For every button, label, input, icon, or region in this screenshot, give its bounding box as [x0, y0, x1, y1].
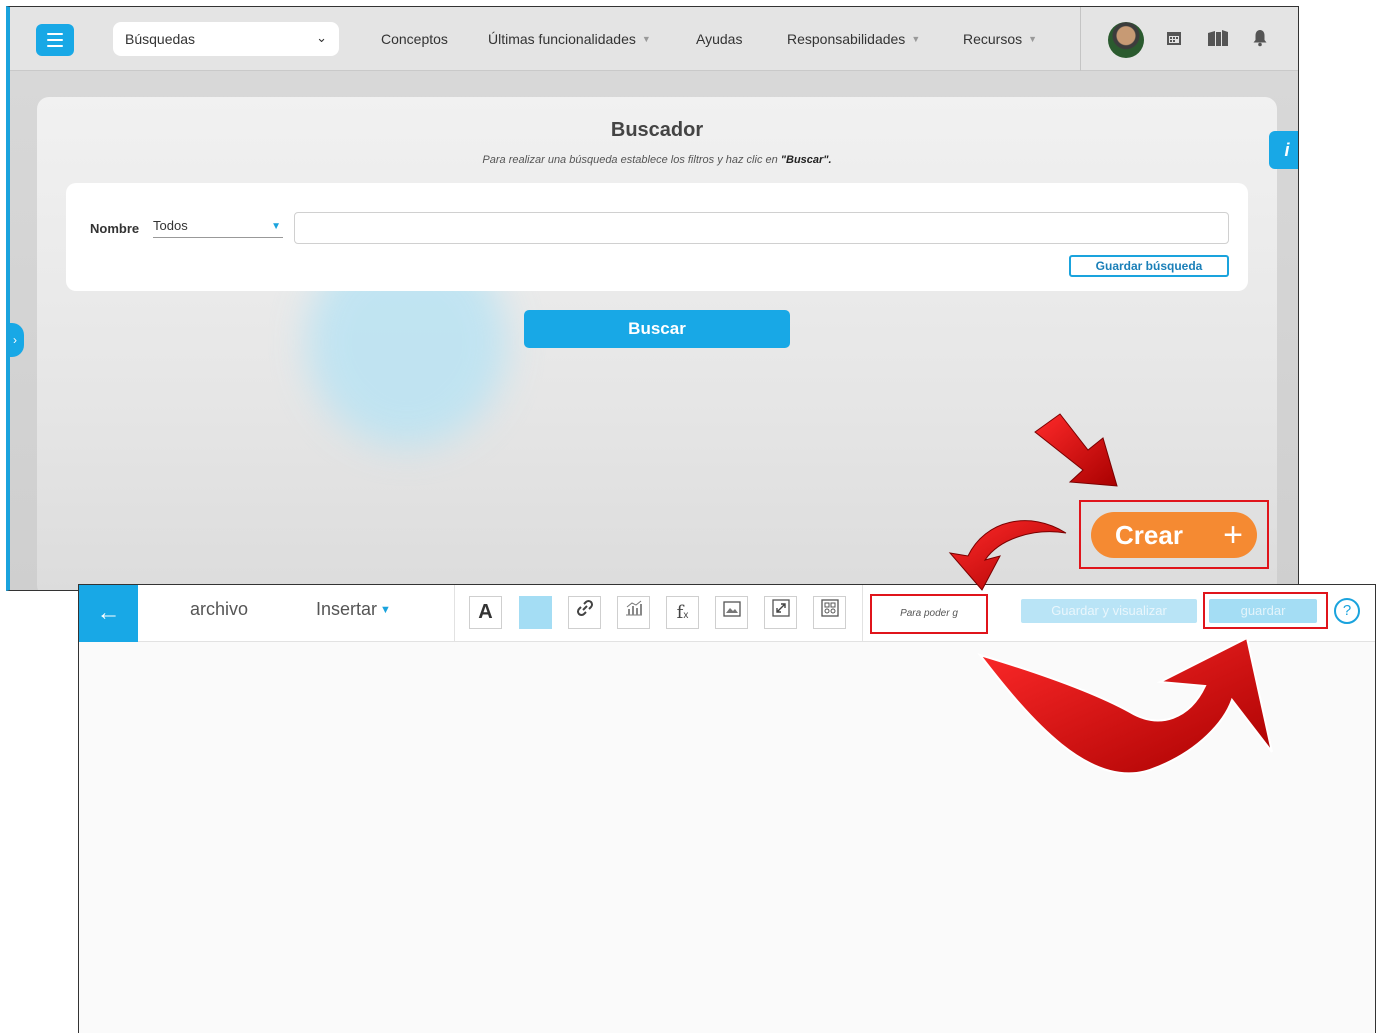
- plus-icon: +: [1223, 516, 1243, 554]
- page-title: Buscador: [610, 119, 704, 141]
- save-button[interactable]: guardar: [1209, 599, 1317, 623]
- avatar[interactable]: [1108, 22, 1144, 58]
- books-icon[interactable]: [1207, 29, 1228, 49]
- back-arrow-button[interactable]: ←: [79, 585, 138, 642]
- hint-text: Para poder g: [870, 594, 988, 634]
- nav-ultimas-funcionalidades[interactable]: Últimas funcionalidades ▼: [488, 31, 651, 47]
- divider: [1080, 7, 1081, 71]
- nav-responsabilidades[interactable]: Responsabilidades ▼: [787, 31, 920, 47]
- caret-down-icon: ▼: [380, 604, 391, 616]
- hamburger-menu-button[interactable]: [36, 24, 74, 56]
- filter-label: Nombre: [90, 221, 140, 236]
- module-select-value: Búsquedas: [125, 31, 196, 47]
- module-select[interactable]: Búsquedas ⌄: [113, 22, 339, 56]
- caret-down-icon: ▼: [911, 34, 921, 44]
- fill-color-button[interactable]: [519, 596, 552, 629]
- editor-screen: ← archivo Insertar ▼ A fx Para poder g G…: [78, 584, 1376, 1033]
- create-button[interactable]: Crear +: [1091, 512, 1257, 558]
- top-navbar: Búsquedas ⌄ Conceptos Últimas funcionali…: [10, 7, 1298, 71]
- menu-archivo[interactable]: archivo: [190, 599, 248, 620]
- widgets-icon[interactable]: [813, 596, 846, 629]
- name-filter-input[interactable]: [294, 212, 1229, 244]
- filter-card: Nombre Todos ▼ Guardar búsqueda: [66, 183, 1248, 291]
- caret-down-icon: ▼: [641, 34, 651, 44]
- save-search-button[interactable]: Guardar búsqueda: [1069, 255, 1229, 277]
- search-screen: Búsquedas ⌄ Conceptos Últimas funcionali…: [6, 6, 1299, 591]
- filter-operator-select[interactable]: Todos ▼: [153, 218, 283, 238]
- search-button[interactable]: Buscar: [524, 310, 790, 348]
- chevron-down-icon: ⌄: [316, 30, 327, 45]
- editor-toolbar: ← archivo Insertar ▼ A fx Para poder g G…: [79, 585, 1375, 642]
- nav-conceptos[interactable]: Conceptos: [381, 31, 448, 47]
- formula-fx-button[interactable]: fx: [666, 596, 699, 629]
- resize-icon[interactable]: [764, 596, 797, 629]
- chart-icon[interactable]: [617, 596, 650, 629]
- help-icon[interactable]: ?: [1334, 598, 1360, 624]
- info-button[interactable]: i: [1269, 131, 1298, 169]
- page-subtitle: Para realizar una búsqueda establece los…: [482, 154, 832, 166]
- nav-recursos[interactable]: Recursos ▼: [963, 31, 1037, 47]
- nav-ayudas[interactable]: Ayudas: [696, 31, 742, 47]
- tutorial-composite: Búsquedas ⌄ Conceptos Últimas funcionali…: [0, 0, 1380, 1033]
- caret-down-icon: ▼: [1028, 34, 1038, 44]
- menu-insertar[interactable]: Insertar ▼: [316, 599, 391, 620]
- text-tool-button[interactable]: A: [469, 596, 502, 629]
- image-icon[interactable]: [715, 596, 748, 629]
- sidebar-toggle[interactable]: ›: [10, 323, 24, 357]
- bell-icon[interactable]: [1250, 29, 1270, 49]
- save-and-view-button[interactable]: Guardar y visualizar: [1021, 599, 1197, 623]
- calendar-icon[interactable]: [1164, 29, 1184, 49]
- link-icon[interactable]: [568, 596, 601, 629]
- caret-down-icon: ▼: [271, 221, 281, 232]
